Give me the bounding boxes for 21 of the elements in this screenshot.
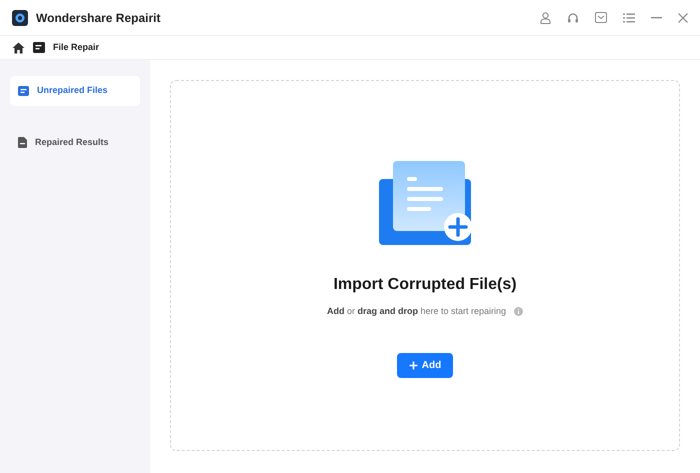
add-button[interactable]: Add bbox=[396, 352, 454, 378]
app-logo-icon bbox=[12, 10, 28, 26]
sidebar-item[interactable]: Unrepaired Files bbox=[10, 76, 140, 106]
plus-icon bbox=[408, 360, 418, 370]
breadcrumb-label: File Repair bbox=[53, 40, 100, 54]
mail-icon[interactable] bbox=[595, 12, 607, 23]
list-icon bbox=[18, 86, 29, 96]
document-icon bbox=[18, 136, 27, 148]
window-title: Wondershare Repairit bbox=[36, 10, 160, 26]
headset-icon[interactable] bbox=[567, 12, 579, 24]
drop-zone-hint: Add or drag and drop here to start repairing bbox=[326, 305, 506, 318]
minimize-icon[interactable] bbox=[651, 16, 662, 18]
sidebar-item[interactable]: Repaired Results bbox=[10, 128, 140, 157]
document-icon bbox=[33, 42, 45, 53]
drop-zone-title: Import Corrupted File(s) bbox=[333, 275, 517, 295]
close-icon[interactable] bbox=[678, 12, 688, 22]
home-icon[interactable] bbox=[12, 42, 25, 54]
menu-icon[interactable] bbox=[623, 12, 635, 22]
user-icon[interactable] bbox=[540, 12, 551, 24]
drop-zone[interactable]: Import Corrupted File(s) Add or drag and drop here to start repairing Add bbox=[170, 80, 680, 451]
info-icon[interactable] bbox=[514, 307, 524, 316]
